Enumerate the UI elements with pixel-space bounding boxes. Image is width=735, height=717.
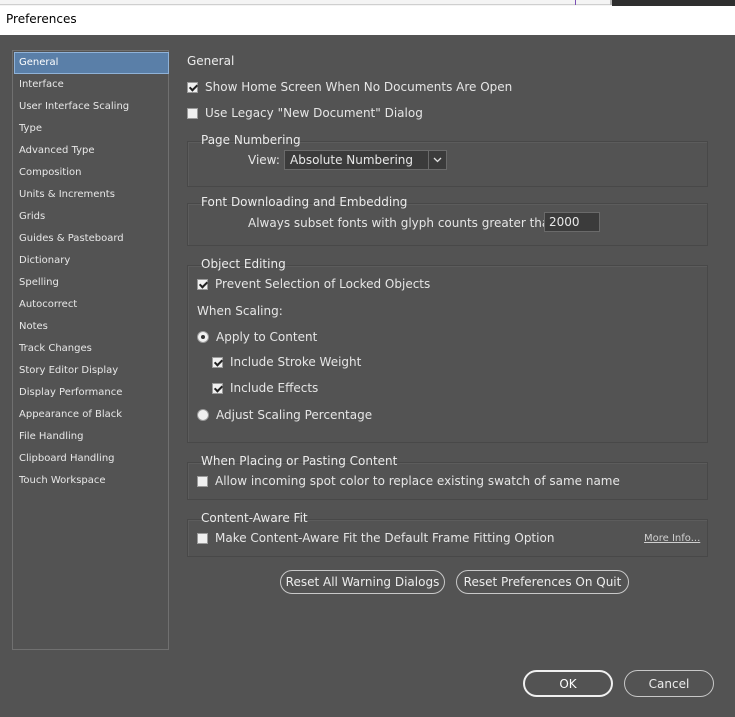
apply-to-content-label: Apply to Content [216, 330, 318, 344]
spot-color-label: Allow incoming spot color to replace exi… [215, 474, 620, 488]
content-aware-checkbox[interactable] [197, 532, 208, 544]
when-scaling-label: When Scaling: [197, 304, 283, 318]
show-home-screen-checkbox[interactable] [187, 81, 198, 93]
include-stroke-checkbox[interactable] [212, 356, 223, 368]
reset-warning-dialogs-button[interactable]: Reset All Warning Dialogs [280, 570, 445, 594]
sidebar-item-track-changes[interactable]: Track Changes [15, 339, 168, 359]
sidebar-item-grids[interactable]: Grids [15, 207, 168, 227]
window-title: Preferences [6, 12, 77, 26]
object-editing-title: Object Editing [201, 257, 286, 271]
spot-color-checkbox[interactable] [197, 475, 208, 487]
apply-to-content-radio[interactable] [197, 331, 209, 343]
use-legacy-dialog-label: Use Legacy "New Document" Dialog [205, 106, 423, 120]
content-aware-title: Content-Aware Fit [201, 511, 308, 525]
use-legacy-dialog-checkbox[interactable] [187, 107, 198, 119]
subset-fonts-label: Always subset fonts with glyph counts gr… [248, 216, 561, 230]
sidebar-item-file-handling[interactable]: File Handling [15, 427, 168, 447]
prevent-locked-checkbox[interactable] [197, 278, 208, 290]
content-aware-option[interactable]: Make Content-Aware Fit the Default Frame… [197, 531, 554, 545]
sidebar-item-dictionary[interactable]: Dictionary [15, 251, 168, 271]
adjust-scaling-radio[interactable] [197, 409, 209, 421]
sidebar-item-guides-pasteboard[interactable]: Guides & Pasteboard [15, 229, 168, 249]
page-numbering-view-select[interactable]: Absolute Numbering [284, 150, 447, 170]
sidebar-item-user-interface-scaling[interactable]: User Interface Scaling [15, 97, 168, 117]
prevent-locked-option[interactable]: Prevent Selection of Locked Objects [197, 277, 430, 291]
show-home-screen-option[interactable]: Show Home Screen When No Documents Are O… [187, 80, 512, 94]
sidebar-item-advanced-type[interactable]: Advanced Type [15, 141, 168, 161]
view-select-value: Absolute Numbering [290, 153, 414, 167]
sidebar-item-display-performance[interactable]: Display Performance [15, 383, 168, 403]
include-effects-label: Include Effects [230, 381, 319, 395]
include-stroke-option[interactable]: Include Stroke Weight [212, 355, 361, 369]
spot-color-option[interactable]: Allow incoming spot color to replace exi… [197, 474, 620, 488]
sidebar-item-type[interactable]: Type [15, 119, 168, 139]
cancel-button[interactable]: Cancel [624, 670, 714, 697]
sidebar: General Interface User Interface Scaling… [12, 50, 169, 650]
sidebar-item-composition[interactable]: Composition [15, 163, 168, 183]
sidebar-item-notes[interactable]: Notes [15, 317, 168, 337]
prevent-locked-label: Prevent Selection of Locked Objects [215, 277, 431, 291]
sidebar-item-general[interactable]: General [14, 52, 169, 74]
sidebar-item-story-editor-display[interactable]: Story Editor Display [15, 361, 168, 381]
apply-to-content-option[interactable]: Apply to Content [197, 330, 317, 344]
ok-button[interactable]: OK [523, 670, 613, 697]
include-stroke-label: Include Stroke Weight [230, 355, 362, 369]
subset-fonts-input[interactable]: 2000 [544, 212, 600, 232]
page-title: General [187, 54, 235, 68]
adjust-scaling-option[interactable]: Adjust Scaling Percentage [197, 408, 372, 422]
show-home-screen-label: Show Home Screen When No Documents Are O… [205, 80, 513, 94]
sidebar-item-touch-workspace[interactable]: Touch Workspace [15, 471, 168, 491]
sidebar-item-interface[interactable]: Interface [15, 75, 168, 95]
sidebar-item-autocorrect[interactable]: Autocorrect [15, 295, 168, 315]
view-label: View: [248, 153, 280, 167]
more-info-link[interactable]: More Info... [644, 533, 700, 544]
content-aware-label: Make Content-Aware Fit the Default Frame… [215, 531, 555, 545]
chevron-down-icon[interactable] [428, 151, 446, 169]
page-numbering-title: Page Numbering [201, 133, 301, 147]
placing-title: When Placing or Pasting Content [201, 454, 398, 468]
sidebar-item-spelling[interactable]: Spelling [15, 273, 168, 293]
sidebar-item-units-increments[interactable]: Units & Increments [15, 185, 168, 205]
font-downloading-title: Font Downloading and Embedding [201, 195, 408, 209]
sidebar-item-appearance-of-black[interactable]: Appearance of Black [15, 405, 168, 425]
use-legacy-dialog-option[interactable]: Use Legacy "New Document" Dialog [187, 106, 423, 120]
sidebar-item-clipboard-handling[interactable]: Clipboard Handling [15, 449, 168, 469]
title-bar: Preferences [0, 6, 735, 35]
include-effects-option[interactable]: Include Effects [212, 381, 318, 395]
preferences-dialog: General Interface User Interface Scaling… [0, 35, 735, 717]
reset-preferences-button[interactable]: Reset Preferences On Quit [456, 570, 629, 594]
adjust-scaling-label: Adjust Scaling Percentage [216, 408, 373, 422]
include-effects-checkbox[interactable] [212, 382, 223, 394]
